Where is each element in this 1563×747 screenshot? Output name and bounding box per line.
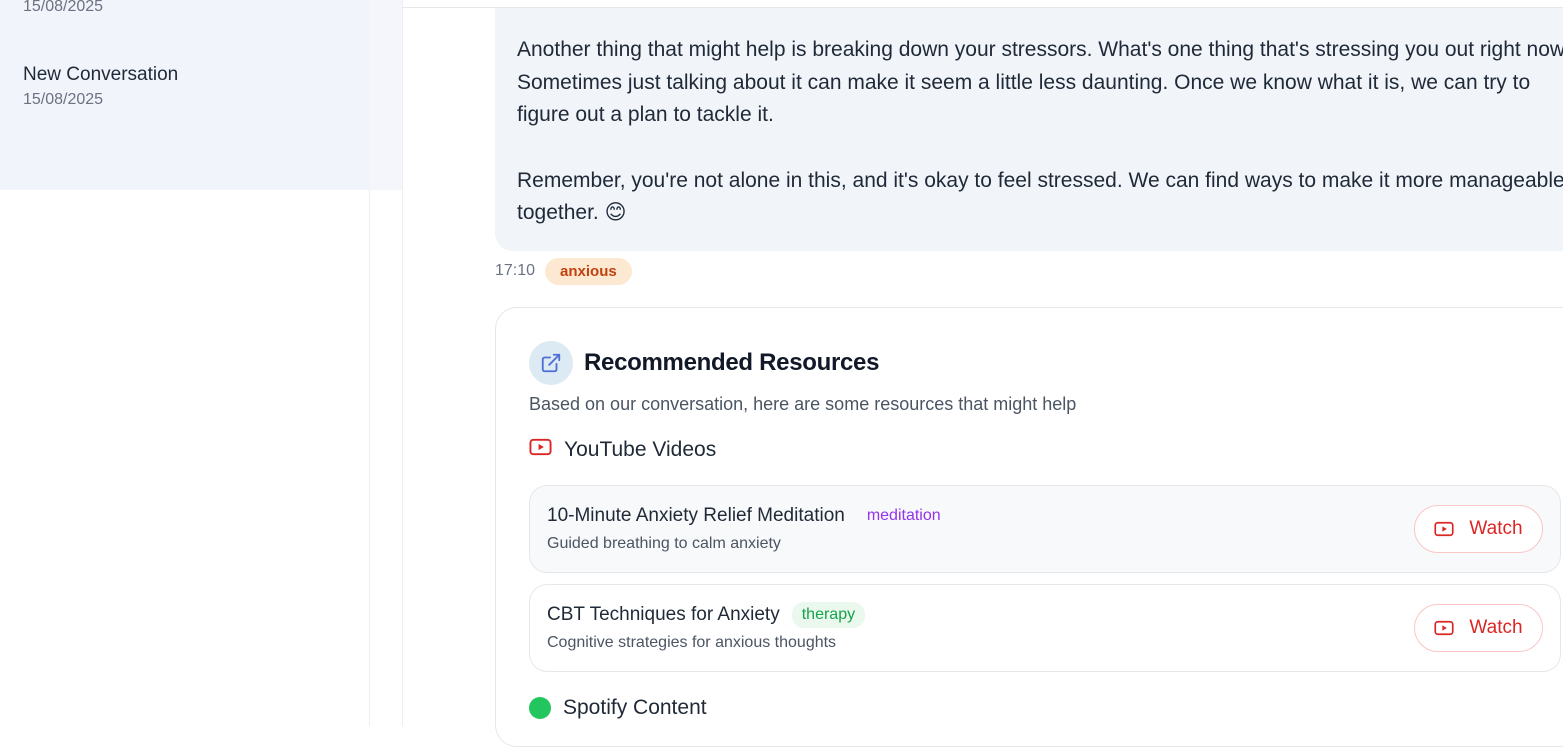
video-title-row: CBT Techniques for Anxiety therapy xyxy=(547,602,866,628)
video-item: CBT Techniques for Anxiety therapy Cogni… xyxy=(529,584,1561,672)
video-title: 10-Minute Anxiety Relief Meditation xyxy=(547,505,845,526)
youtube-section-label: YouTube Videos xyxy=(564,438,717,461)
resources-header: Recommended Resources xyxy=(529,341,879,385)
conversation-date: 15/08/2025 xyxy=(23,0,104,15)
watch-label: Watch xyxy=(1469,617,1523,638)
spotify-icon xyxy=(529,697,551,719)
video-item: 10-Minute Anxiety Relief Meditation medi… xyxy=(529,485,1561,573)
youtube-icon xyxy=(1434,620,1455,636)
mood-badge: anxious xyxy=(545,257,632,285)
message-time: 17:10 xyxy=(495,262,536,279)
video-description: Guided breathing to calm anxiety xyxy=(547,535,781,552)
chat-gutter-divider xyxy=(402,0,403,726)
conversation-item[interactable]: New Conversation 15/08/2025 xyxy=(23,64,353,109)
conversation-date: 15/08/2025 xyxy=(23,91,104,108)
youtube-icon xyxy=(1434,521,1455,537)
youtube-section-heading: YouTube Videos xyxy=(529,438,716,462)
external-link-icon xyxy=(529,341,573,385)
assistant-message-bubble: Another thing that might help is breakin… xyxy=(495,8,1563,251)
message-meta: 17:10 anxious xyxy=(495,257,632,285)
message-paragraph: Another thing that might help is breakin… xyxy=(517,38,1563,126)
video-title: CBT Techniques for Anxiety xyxy=(547,604,780,625)
message-paragraph: Remember, you're not alone in this, and … xyxy=(517,168,1563,225)
video-title-row: 10-Minute Anxiety Relief Meditation medi… xyxy=(547,503,951,529)
chat-left-strip xyxy=(370,0,402,190)
recommended-resources-card: Recommended Resources Based on our conve… xyxy=(495,307,1563,747)
video-description: Cognitive strategies for anxious thought… xyxy=(547,634,837,651)
resources-subtitle: Based on our conversation, here are some… xyxy=(529,394,1077,414)
watch-button[interactable]: Watch xyxy=(1414,604,1543,652)
spotify-section-label: Spotify Content xyxy=(563,696,707,719)
video-tag: meditation xyxy=(866,507,941,524)
conversation-title: New Conversation xyxy=(23,64,179,85)
watch-button[interactable]: Watch xyxy=(1414,505,1543,553)
conversation-sidebar: 15/08/2025 New Conversation 15/08/2025 xyxy=(0,0,370,726)
watch-label: Watch xyxy=(1469,518,1523,539)
spotify-section-heading: Spotify Content xyxy=(529,696,707,720)
youtube-icon xyxy=(529,438,552,462)
resources-title: Recommended Resources xyxy=(584,349,880,376)
video-tag: therapy xyxy=(791,602,866,628)
